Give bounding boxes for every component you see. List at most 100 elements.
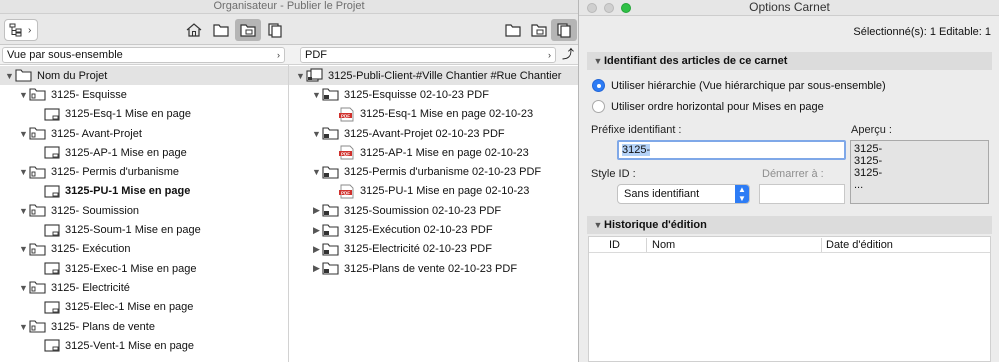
preview-line: 3125- [854, 155, 883, 167]
radio-hierarchy-label: Utiliser hiérarchie (Vue hiérarchique pa… [611, 79, 886, 92]
history-section-header[interactable]: ▼ Historique d'édition [587, 216, 992, 234]
style-id-select[interactable]: Sans identifiant ▲ ▼ [617, 184, 750, 204]
preview-line: 3125- [854, 167, 883, 179]
tree-folder-row[interactable]: ▼ 3125- Electricité [0, 278, 288, 297]
radio-hierarchy[interactable]: Utiliser hiérarchie (Vue hiérarchique pa… [592, 79, 886, 92]
tree-folder-row[interactable]: ▼ 3125- Plans de vente [0, 317, 288, 336]
disclosure-down-icon[interactable]: ▼ [311, 90, 322, 100]
subset-folder-icon [29, 203, 47, 218]
prefix-input[interactable]: 3125- [617, 140, 846, 160]
tree-folder-row[interactable]: ▼ 3125- Soumission [0, 201, 288, 220]
tree-item-row[interactable]: 3125-Esq-1 Mise en page [0, 105, 288, 124]
right-view-value: PDF [305, 49, 327, 61]
publish-folder-icon [322, 223, 340, 238]
disclosure-down-icon[interactable]: ▼ [311, 129, 322, 139]
tree-folder-row[interactable]: ▼ 3125- Exécution [0, 240, 288, 259]
pdf-icon: PDF [338, 107, 356, 122]
subset-folder-icon [29, 126, 47, 141]
disclosure-right-icon[interactable]: ▶ [311, 205, 322, 216]
column-divider [821, 238, 822, 252]
publish-folder-icon [322, 261, 340, 276]
identifier-section-title: Identifiant des articles de ce carnet [604, 55, 788, 67]
tree-root-row[interactable]: ▼ Nom du Projet [0, 66, 288, 86]
left-view-dropdown[interactable]: Vue par sous-ensemble › [2, 47, 285, 63]
tree-folder-row[interactable]: ▶ 3125-Electricité 02-10-23 PDF [289, 240, 578, 259]
tree-item-row[interactable]: 3125-Exec-1 Mise en page [0, 259, 288, 278]
tree-item-label: 3125- Plans de vente [51, 320, 155, 333]
publish-folder-icon [322, 87, 340, 102]
tree-item-row[interactable]: 3125-Soum-1 Mise en page [0, 220, 288, 239]
publisher-sets-icon [268, 23, 282, 38]
pdf-icon: PDF [338, 184, 356, 199]
history-table[interactable]: ID Nom Date d'édition [588, 236, 991, 362]
publish-folder-icon [322, 126, 340, 141]
close-window-icon[interactable] [587, 3, 597, 13]
tree-item-row[interactable]: 3125-PU-1 Mise en page [0, 182, 288, 201]
tree-item-label: 3125- Soumission [51, 204, 140, 217]
preview-label: Aperçu : [851, 124, 892, 136]
view-map-button[interactable] [208, 19, 234, 41]
layout-book-button[interactable] [235, 19, 261, 41]
up-down-chevron-icon: ▲ ▼ [735, 185, 749, 203]
right-layout-book-button[interactable] [526, 19, 552, 41]
right-publisher-sets-button[interactable] [551, 19, 577, 41]
column-name[interactable]: Nom [652, 239, 675, 251]
radio-unselected-icon [592, 100, 605, 113]
tree-item-label: 3125-Soumission 02-10-23 PDF [344, 204, 502, 217]
column-edit-date[interactable]: Date d'édition [826, 239, 893, 251]
radio-horizontal[interactable]: Utiliser ordre horizontal pour Mises en … [592, 100, 824, 113]
tree-folder-row[interactable]: ▼ 3125- Avant-Projet [0, 124, 288, 143]
disclosure-down-icon[interactable]: ▼ [18, 90, 29, 100]
disclosure-right-icon[interactable]: ▶ [311, 244, 322, 255]
disclosure-down-icon[interactable]: ▼ [18, 129, 29, 139]
publisher-sets-button[interactable] [262, 19, 288, 41]
zoom-window-icon[interactable] [621, 3, 631, 13]
tree-folder-row[interactable]: ▶ 3125-Exécution 02-10-23 PDF [289, 220, 578, 239]
disclosure-down-icon[interactable]: ▼ [18, 206, 29, 216]
tree-item-row[interactable]: 3125-Vent-1 Mise en page [0, 336, 288, 355]
layout-icon [43, 184, 61, 199]
svg-text:PDF: PDF [341, 113, 350, 118]
disclosure-right-icon[interactable]: ▶ [311, 225, 322, 236]
tree-item-row[interactable]: PDF 3125-PU-1 Mise en page 02-10-23 [289, 182, 578, 201]
subset-folder-icon [29, 165, 47, 180]
tree-folder-row[interactable]: ▼ 3125-Permis d'urbanisme 02-10-23 PDF [289, 162, 578, 181]
disclosure-down-icon[interactable]: ▼ [295, 71, 306, 81]
tree-folder-row[interactable]: ▶ 3125-Soumission 02-10-23 PDF [289, 201, 578, 220]
right-view-dropdown[interactable]: PDF › [300, 47, 556, 63]
tree-item-row[interactable]: 3125-Elec-1 Mise en page [0, 298, 288, 317]
start-at-input[interactable] [759, 184, 845, 204]
disclosure-down-icon[interactable]: ▼ [18, 167, 29, 177]
tree-folder-row[interactable]: ▼ 3125- Permis d'urbanisme [0, 162, 288, 181]
right-view-map-button[interactable] [500, 19, 526, 41]
disclosure-right-icon[interactable]: ▶ [311, 263, 322, 274]
tree-root-row[interactable]: ▼ 3125-Publi-Client-#Ville Chantier #Rue … [289, 66, 578, 86]
disclosure-down-icon[interactable]: ▼ [18, 244, 29, 254]
column-id[interactable]: ID [609, 239, 620, 251]
identifier-section-header[interactable]: ▼ Identifiant des articles de ce carnet [587, 52, 992, 70]
tree-folder-row[interactable]: ▼ 3125-Avant-Projet 02-10-23 PDF [289, 124, 578, 143]
chevron-right-icon: › [548, 50, 551, 60]
disclosure-down-icon[interactable]: ▼ [4, 71, 15, 81]
minimize-window-icon[interactable] [604, 3, 614, 13]
tree-item-label: 3125-Avant-Projet 02-10-23 PDF [344, 127, 505, 140]
publisher-sets-icon [557, 23, 571, 38]
view-selector-bar: Vue par sous-ensemble › PDF › ⤴ [0, 45, 578, 65]
preview-box: 3125- 3125- 3125-... [850, 140, 989, 204]
disclosure-down-icon[interactable]: ▼ [18, 322, 29, 332]
tree-folder-row[interactable]: ▶ 3125-Plans de vente 02-10-23 PDF [289, 259, 578, 278]
tree-item-row[interactable]: 3125-AP-1 Mise en page [0, 143, 288, 162]
tree-item-label: Nom du Projet [37, 69, 108, 82]
tree-folder-row[interactable]: ▼ 3125- Esquisse [0, 85, 288, 104]
tree-item-row[interactable]: PDF 3125-AP-1 Mise en page 02-10-23 [289, 143, 578, 162]
history-section-title: Historique d'édition [604, 219, 707, 231]
organizer-window: Organisateur - Publier le Projet › Vue p… [0, 0, 578, 362]
return-arrow-icon[interactable]: ⤴ [560, 47, 576, 63]
disclosure-down-icon[interactable]: ▼ [311, 167, 322, 177]
tree-item-row[interactable]: PDF 3125-Esq-1 Mise en page 02-10-23 [289, 105, 578, 124]
start-at-label: Démarrer à : [762, 168, 824, 180]
disclosure-down-icon[interactable]: ▼ [18, 283, 29, 293]
project-map-button[interactable] [181, 19, 207, 41]
view-mode-button[interactable]: › [4, 19, 38, 41]
tree-folder-row[interactable]: ▼ 3125-Esquisse 02-10-23 PDF [289, 85, 578, 104]
